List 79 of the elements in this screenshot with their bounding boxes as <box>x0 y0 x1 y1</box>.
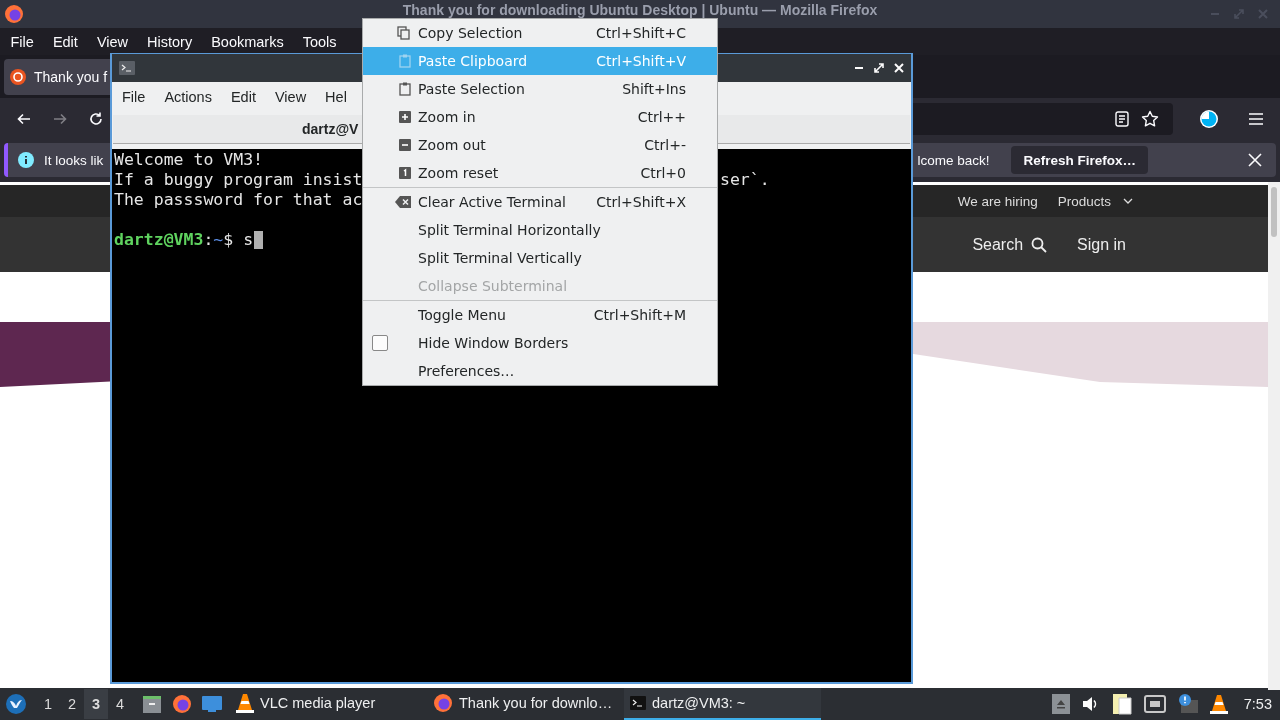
taskbar-button[interactable]: dartz@VM3: ~ <box>624 688 821 720</box>
menu-item[interactable]: Zoom out Ctrl+- <box>363 131 717 159</box>
traffic-cone-icon[interactable] <box>1209 694 1228 714</box>
backspace-icon <box>395 196 411 208</box>
ubuntu-logo-icon <box>10 68 26 85</box>
menu-item[interactable]: File <box>1 33 44 50</box>
notification-text: It looks lik <box>44 152 104 168</box>
menu-item[interactable]: Paste Selection Shift+Ins <box>363 75 717 103</box>
terminal-tab[interactable]: dartz@V <box>302 121 359 137</box>
file-cabinet-icon[interactable] <box>142 694 162 714</box>
workspace-switcher[interactable]: 3 <box>84 689 108 719</box>
text-cursor <box>254 231 264 249</box>
network-icon[interactable] <box>1143 695 1166 713</box>
bird-logo-icon[interactable] <box>6 694 26 714</box>
menu-item[interactable]: Edit <box>230 89 256 105</box>
menu-item[interactable]: Hide Window Borders <box>363 329 717 357</box>
info-icon <box>18 152 34 168</box>
menu-item[interactable]: Clear Active Terminal Ctrl+Shift+X <box>363 188 717 216</box>
menu-item[interactable]: Copy Selection Ctrl+Shift+C <box>363 19 717 47</box>
reload-icon[interactable] <box>88 111 104 127</box>
sign-in-link[interactable]: Sign in <box>1077 235 1126 254</box>
terminal-line: The passsword for that ac <box>114 190 363 210</box>
taskbar-button[interactable]: Thank you for downlo… <box>427 688 624 720</box>
bookmark-star-icon[interactable] <box>1141 110 1159 128</box>
prompt-line: dartz@VM3:~$ s <box>114 230 254 250</box>
menu-item[interactable]: Split Terminal Horizontally <box>363 216 717 244</box>
window-title: Thank you for downloading Ubuntu Desktop | Ubuntu — Mozilla Firefox <box>401 3 879 18</box>
terminal-line: If a buggy program insist <box>114 170 363 190</box>
menu-item[interactable]: Tools <box>293 33 347 50</box>
account-icon[interactable] <box>1199 109 1219 129</box>
menu-item[interactable]: Bookmarks <box>201 33 294 50</box>
chevron-down-icon[interactable] <box>1123 198 1133 204</box>
workspace-switcher[interactable]: 4 <box>108 689 132 719</box>
desktop-icon[interactable] <box>202 696 222 712</box>
workspace-switcher[interactable]: 1 <box>36 689 60 719</box>
menu-item[interactable]: View <box>274 89 307 105</box>
menu-item[interactable]: View <box>87 33 138 50</box>
notes-icon[interactable] <box>1111 693 1132 715</box>
eject-icon[interactable] <box>1051 694 1070 714</box>
clock: 7:53 <box>1243 696 1272 712</box>
firefox-icon <box>433 693 453 713</box>
menu-item[interactable]: File <box>122 89 146 105</box>
menu-item[interactable]: Toggle Menu Ctrl+Shift+M <box>363 301 717 329</box>
nav-link[interactable]: Products <box>1057 193 1111 209</box>
reader-view-icon[interactable] <box>1115 111 1129 127</box>
terminal-line: ser`. <box>719 170 770 190</box>
terminal-line: Welcome to VM3! <box>114 150 263 170</box>
search-link[interactable]: Search <box>972 235 1024 254</box>
refresh-firefox-button[interactable]: Refresh Firefox… <box>1011 146 1148 174</box>
menu-item[interactable]: Zoom reset Ctrl+0 <box>363 159 717 187</box>
menu-item[interactable]: Edit <box>43 33 88 50</box>
search-icon[interactable] <box>1031 236 1048 253</box>
notification-text: lcome back! <box>917 152 990 168</box>
checkbox[interactable] <box>372 335 388 351</box>
browser-tab[interactable]: Thank you f <box>4 58 110 95</box>
back-icon[interactable] <box>16 111 32 127</box>
zoom-out-icon <box>399 139 411 151</box>
nav-link[interactable]: We are hiring <box>957 193 1038 209</box>
menu-item[interactable]: Actions <box>164 89 212 105</box>
copy-icon <box>397 26 411 40</box>
menu-item[interactable]: History <box>137 33 202 50</box>
terminal-icon <box>119 61 135 75</box>
clipboard-icon <box>399 54 411 68</box>
notification-icon[interactable] <box>1177 694 1198 714</box>
terminal-icon <box>630 696 646 710</box>
traffic-cone-icon <box>236 693 254 713</box>
menu-item[interactable]: Zoom in Ctrl++ <box>363 103 717 131</box>
firefox-icon[interactable] <box>172 694 192 714</box>
menu-item[interactable]: Hel <box>325 89 347 105</box>
menu-item[interactable]: Split Terminal Vertically <box>363 244 717 272</box>
taskbar-button[interactable]: VLC media player <box>230 688 427 720</box>
menu-item[interactable]: Preferences… <box>363 357 717 385</box>
clipboard-icon <box>399 82 411 96</box>
zoom-in-icon <box>399 111 411 123</box>
browser-logo-icon <box>4 4 24 24</box>
scrollbar[interactable] <box>1268 182 1280 690</box>
workspace-switcher[interactable]: 2 <box>60 689 84 719</box>
zoom-reset-icon <box>399 167 411 179</box>
menu-icon[interactable] <box>1249 113 1263 125</box>
